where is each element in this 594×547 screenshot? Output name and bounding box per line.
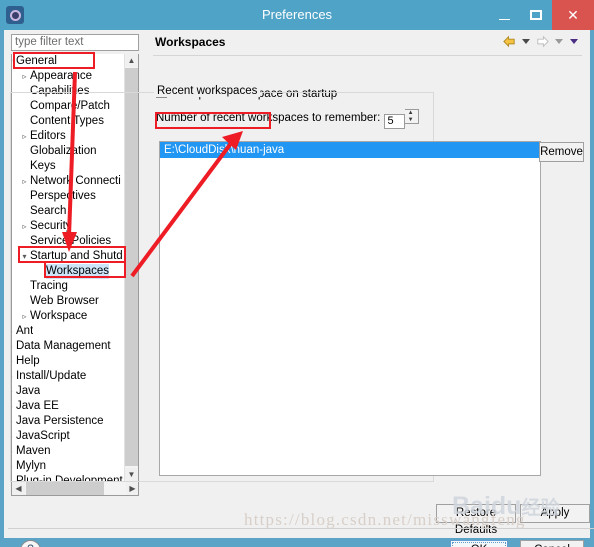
forward-arrow-icon[interactable] (535, 34, 550, 49)
help-icon[interactable]: ? (20, 540, 41, 547)
dialog-body: type filter text ▾General▹AppearanceCapa… (4, 30, 594, 547)
filter-input[interactable]: type filter text (11, 34, 139, 51)
horizontal-scroll-thumb[interactable] (26, 482, 104, 495)
header-divider (153, 55, 582, 56)
cancel-button[interactable]: Cancel (520, 540, 584, 547)
recent-workspaces-legend: Recent workspaces (154, 85, 261, 97)
maximize-button[interactable] (520, 0, 552, 30)
view-menu-chevron-down-icon[interactable] (570, 39, 578, 44)
close-button[interactable]: ✕ (552, 0, 594, 30)
minimize-icon (498, 18, 510, 20)
page-toolbar (502, 34, 580, 49)
sidebar-item-general[interactable]: ▾General (12, 54, 127, 69)
page-title: Workspaces (155, 35, 226, 49)
tree-horizontal-scrollbar[interactable]: ◀ ▶ (12, 481, 138, 495)
page-header: Workspaces (149, 32, 586, 54)
list-item[interactable]: E:\CloudDisk\nuan-java (160, 142, 540, 158)
sidebar-item-appearance[interactable]: ▹ Appearance (12, 69, 127, 84)
apply-button[interactable]: Apply (520, 504, 590, 523)
scroll-right-icon[interactable]: ▶ (126, 482, 138, 495)
scroll-up-icon[interactable]: ▲ (125, 54, 138, 67)
back-menu-chevron-down-icon[interactable] (522, 39, 530, 44)
footer-divider (8, 528, 594, 529)
chevron-down-icon[interactable]: ▾ (12, 54, 16, 69)
forward-menu-chevron-down-icon[interactable] (555, 39, 563, 44)
sidebar-item-label: Appearance (30, 70, 93, 82)
maximize-icon (530, 10, 542, 20)
chevron-right-icon[interactable]: ▹ (19, 69, 30, 84)
title-bar: Preferences ✕ (0, 0, 594, 30)
minimize-button[interactable] (488, 0, 520, 30)
recent-workspaces-list[interactable]: E:\CloudDisk\nuan-java (159, 141, 541, 476)
preferences-window: Preferences ✕ type filter text ▾General▹… (0, 0, 594, 547)
window-controls: ✕ (488, 0, 594, 30)
scroll-left-icon[interactable]: ◀ (12, 482, 25, 495)
window-frame: Preferences ✕ type filter text ▾General▹… (0, 0, 594, 547)
ok-button[interactable]: OK (450, 540, 508, 547)
restore-defaults-button[interactable]: Restore Defaults (436, 504, 516, 536)
sidebar-item-label: General (16, 55, 57, 67)
close-icon: ✕ (567, 6, 579, 23)
remove-button[interactable]: Remove (539, 142, 584, 162)
back-arrow-icon[interactable] (502, 34, 517, 49)
